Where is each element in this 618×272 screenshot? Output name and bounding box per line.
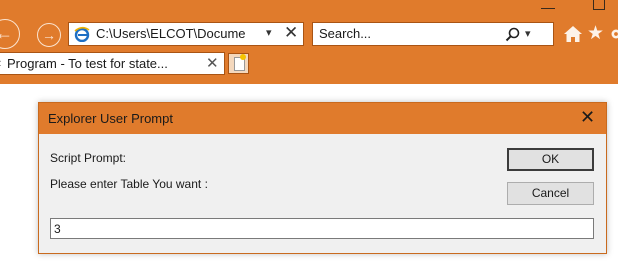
dialog-titlebar: Explorer User Prompt ✕: [39, 103, 606, 134]
address-bar[interactable]: C:\Users\ELCOT\Docume ▾ ✕: [68, 22, 304, 46]
home-icon[interactable]: [563, 25, 583, 43]
prompt-label: Script Prompt:: [50, 151, 127, 165]
gear-icon[interactable]: [610, 26, 618, 42]
star-icon[interactable]: ★: [587, 24, 604, 44]
dialog-title: Explorer User Prompt: [48, 111, 173, 126]
back-icon[interactable]: ←: [0, 19, 20, 49]
browser-tab[interactable]: ‹ Program - To test for state... ✕: [0, 52, 225, 75]
close-icon[interactable]: ✕: [580, 107, 595, 128]
ie-logo-icon: [74, 26, 90, 42]
prompt-dialog: Explorer User Prompt ✕ Script Prompt: Pl…: [38, 102, 607, 254]
browser-chrome: ← → C:\Users\ELCOT\Docume ▾ ✕ ▾ ★ ‹ Prog…: [0, 0, 618, 84]
search-dropdown-icon[interactable]: ▾: [525, 27, 531, 40]
close-icon[interactable]: ✕: [284, 23, 298, 43]
search-input[interactable]: [319, 26, 469, 41]
search-icon[interactable]: [505, 27, 521, 43]
address-text: C:\Users\ELCOT\Docume: [96, 26, 246, 41]
tab-close-icon[interactable]: ✕: [206, 54, 219, 72]
tab-label: Program - To test for state...: [7, 56, 168, 71]
new-tab-icon[interactable]: [228, 53, 249, 74]
prompt-message: Please enter Table You want :: [50, 177, 208, 191]
search-box[interactable]: ▾: [312, 22, 554, 46]
maximize-icon[interactable]: [593, 0, 605, 10]
ok-button[interactable]: OK: [507, 148, 594, 171]
forward-icon[interactable]: →: [37, 23, 61, 47]
tab-favicon-icon: ‹: [0, 55, 1, 70]
minimize-icon[interactable]: [541, 2, 555, 9]
prompt-input[interactable]: [50, 218, 594, 239]
new-tab-spark-shape: [240, 54, 246, 60]
cancel-button[interactable]: Cancel: [507, 182, 594, 205]
dropdown-icon[interactable]: ▾: [266, 26, 272, 39]
